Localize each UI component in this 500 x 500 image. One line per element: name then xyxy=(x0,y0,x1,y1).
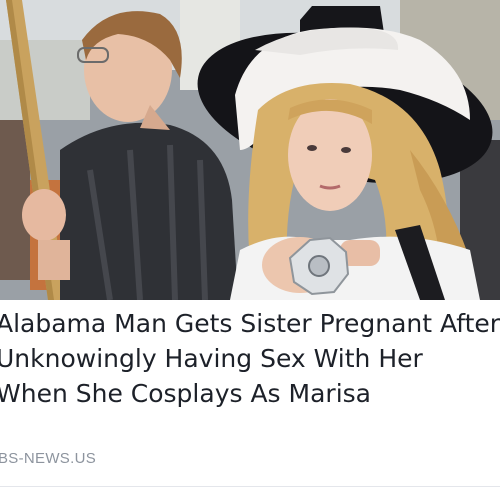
article-source-domain: BS-NEWS.US xyxy=(0,450,97,467)
article-headline[interactable]: Alabama Man Gets Sister Pregnant After U… xyxy=(0,306,500,411)
article-photo[interactable] xyxy=(0,0,500,300)
headline-line-1: Alabama Man Gets Sister Pregnant After xyxy=(0,309,500,338)
headline-line-3: When She Cosplays As Marisa xyxy=(0,379,371,408)
card-divider xyxy=(0,486,500,487)
link-preview-card[interactable]: Alabama Man Gets Sister Pregnant After U… xyxy=(0,0,500,500)
cosplay-photo xyxy=(0,0,500,300)
headline-line-2: Unknowingly Having Sex With Her xyxy=(0,344,423,373)
